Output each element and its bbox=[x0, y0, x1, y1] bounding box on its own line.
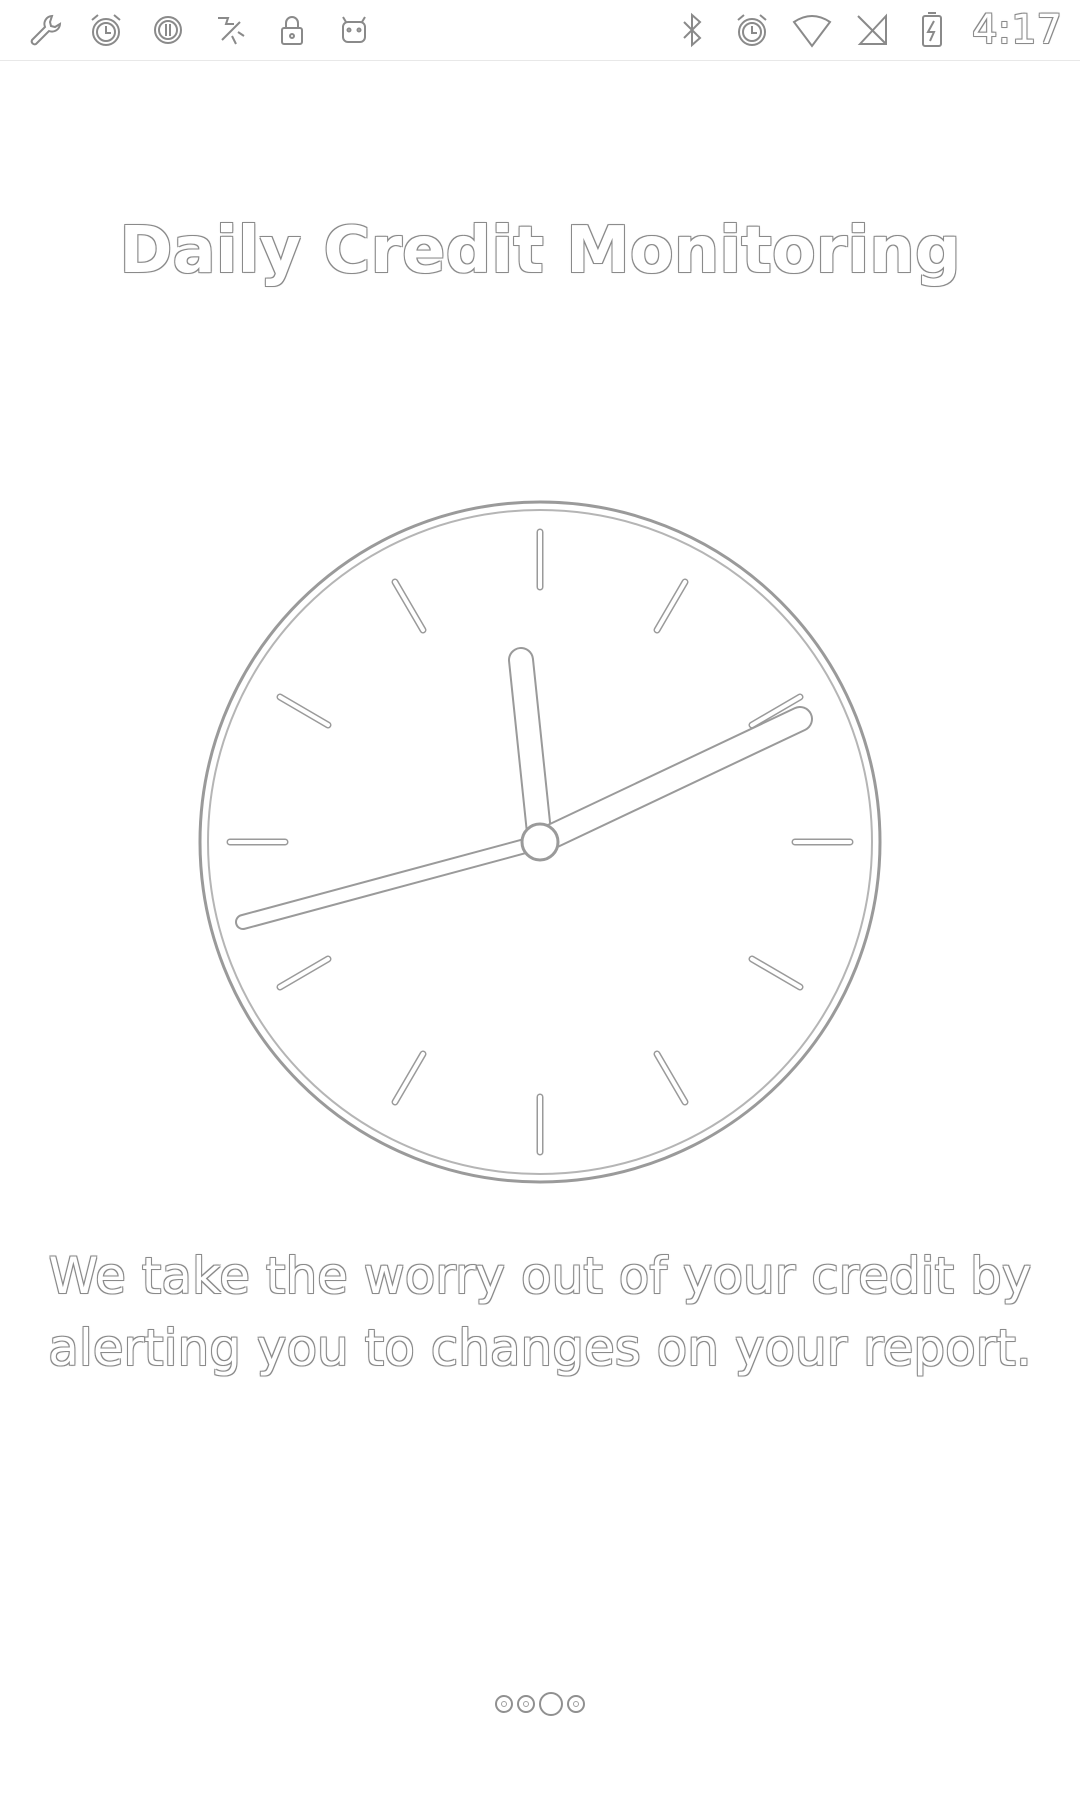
signal-icon bbox=[850, 8, 894, 52]
page-dot-3-active[interactable] bbox=[539, 1692, 563, 1716]
page-dot-2[interactable] bbox=[517, 1695, 535, 1713]
alarm-icon bbox=[84, 8, 128, 52]
lock-icon bbox=[270, 8, 314, 52]
wifi-icon bbox=[790, 8, 834, 52]
battery-charging-icon bbox=[910, 8, 954, 52]
description-text: We take the worry out of your credit by … bbox=[48, 1247, 1032, 1377]
status-bar-notifications bbox=[22, 8, 394, 52]
page-indicator[interactable] bbox=[0, 1692, 1080, 1716]
sync-icon bbox=[146, 8, 190, 52]
page-dot-1[interactable] bbox=[495, 1695, 513, 1713]
status-time: 4:17 bbox=[972, 7, 1062, 53]
clock-icon bbox=[195, 497, 885, 1187]
status-bar: 4:17 bbox=[0, 0, 1080, 61]
page-dot-4[interactable] bbox=[567, 1695, 585, 1713]
no-sim-icon bbox=[208, 8, 252, 52]
android-icon bbox=[332, 8, 376, 52]
status-bar-system: 4:17 bbox=[664, 7, 1062, 53]
wrench-icon bbox=[22, 8, 66, 52]
bluetooth-icon bbox=[670, 8, 714, 52]
page-title: Daily Credit Monitoring bbox=[119, 214, 961, 288]
alarm-icon bbox=[730, 8, 774, 52]
